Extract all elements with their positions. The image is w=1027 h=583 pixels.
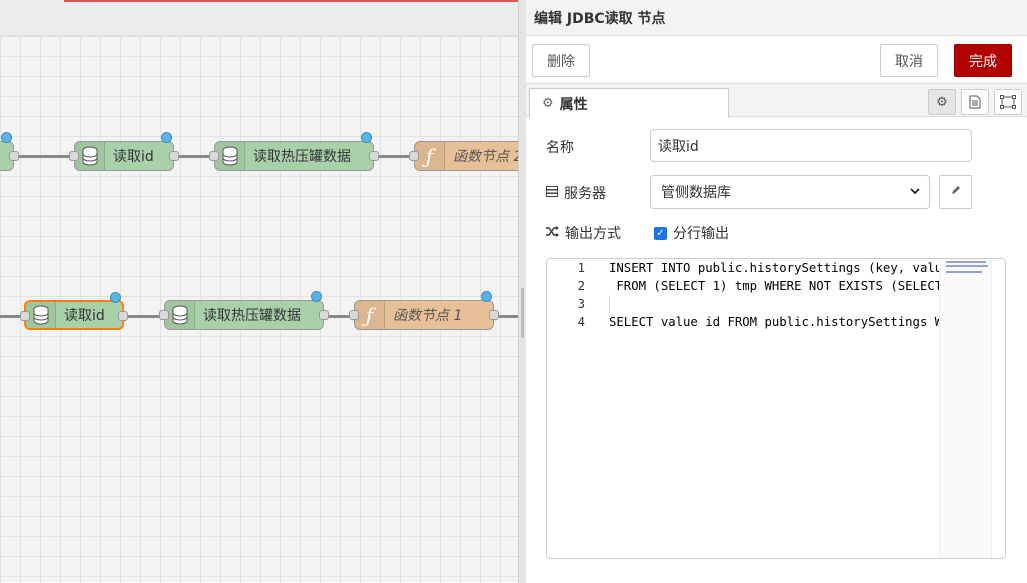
changed-indicator: [361, 132, 372, 143]
minimap-line: [946, 271, 982, 273]
flow-canvas[interactable]: 读取id 读取热压罐数据 ƒ 函数节点 2 读取id 读取热压罐数据 ƒ 函数节…: [0, 0, 522, 583]
editor-scrollbar[interactable]: [991, 259, 1005, 558]
line-number: 2: [577, 279, 585, 293]
changed-indicator: [110, 292, 121, 303]
tab-properties[interactable]: ⚙ 属性: [529, 88, 729, 118]
input-port[interactable]: [69, 151, 79, 161]
name-row: 名称: [546, 137, 574, 157]
edit-server-button[interactable]: [939, 175, 972, 209]
output-port[interactable]: [319, 310, 329, 320]
done-button[interactable]: 完成: [954, 44, 1012, 77]
pencil-icon: [950, 184, 962, 200]
chevron-down-icon: [909, 185, 921, 200]
server-select[interactable]: 管侧数据库: [650, 175, 930, 209]
node-label: 函数节点 1: [393, 308, 463, 324]
sql-editor[interactable]: 1 2 3 4 INSERT INTO public.historySettin…: [546, 258, 1006, 559]
code-minimap[interactable]: [939, 259, 991, 558]
function-icon: ƒ: [415, 142, 445, 170]
line-number-gutter: 1 2 3 4: [547, 259, 601, 558]
node-label: 读取id: [113, 149, 154, 165]
flow-node-read-autoclave[interactable]: 读取热压罐数据: [159, 291, 329, 330]
changed-indicator: [1, 132, 12, 143]
minimap-line: [946, 265, 988, 267]
server-icon: [546, 186, 558, 200]
tray-toolbar: 删除 取消 完成: [526, 36, 1027, 84]
changed-indicator: [161, 132, 172, 143]
database-icon: [26, 302, 56, 328]
name-label: 名称: [546, 140, 574, 156]
input-port[interactable]: [349, 310, 359, 320]
code-line: FROM (SELECT 1) tmp WHERE NOT EXISTS (SE…: [609, 279, 950, 293]
gear-icon: ⚙: [542, 96, 554, 111]
output-port[interactable]: [118, 311, 128, 321]
tray-title: 编辑 JDBC读取 节点: [526, 0, 1027, 36]
name-input[interactable]: 读取id: [650, 129, 972, 162]
server-label: 服务器: [564, 186, 606, 202]
changed-indicator: [311, 291, 322, 302]
appearance-icon[interactable]: [994, 89, 1022, 115]
server-selected-value: 管侧数据库: [661, 185, 731, 201]
database-icon: [215, 142, 245, 170]
database-icon: [75, 142, 105, 170]
input-port[interactable]: [409, 151, 419, 161]
gear-icon[interactable]: ⚙: [928, 89, 956, 115]
delete-button[interactable]: 删除: [532, 44, 590, 77]
minimap-line: [946, 261, 986, 263]
flow-node-read-id-selected[interactable]: 读取id: [20, 292, 128, 330]
split-output-checkbox[interactable]: ✓: [654, 226, 667, 240]
edit-node-tray: 编辑 JDBC读取 节点 删除 取消 完成 ⚙ 属性 ⚙ 名称 读取id 服务器…: [526, 0, 1027, 583]
code-line: SELECT value id FROM public.historySetti…: [609, 315, 950, 329]
tray-tabs: ⚙ 属性 ⚙: [526, 84, 1027, 118]
flow-node-read-autoclave[interactable]: 读取热压罐数据: [209, 132, 379, 171]
input-port[interactable]: [20, 311, 30, 321]
flow-node-function-1[interactable]: ƒ 函数节点 1: [349, 291, 499, 330]
output-port[interactable]: [489, 310, 499, 320]
output-port[interactable]: [9, 151, 19, 161]
cancel-button[interactable]: 取消: [880, 44, 938, 77]
input-port[interactable]: [209, 151, 219, 161]
node-label: 读取热压罐数据: [203, 308, 301, 324]
code-area[interactable]: INSERT INTO public.historySettings (key,…: [609, 259, 950, 343]
splitter-grip[interactable]: [521, 288, 524, 338]
description-icon[interactable]: [961, 89, 989, 115]
shuffle-icon: [546, 226, 559, 240]
tab-label: 属性: [559, 96, 588, 113]
input-port[interactable]: [159, 310, 169, 320]
line-number: 1: [577, 261, 585, 275]
output-port[interactable]: [169, 151, 179, 161]
output-mode-row: 输出方式: [546, 223, 621, 243]
flow-node-read-id[interactable]: 读取id: [69, 132, 179, 171]
flow-node-function-2[interactable]: ƒ 函数节点 2: [409, 141, 522, 171]
line-number: 4: [577, 315, 585, 329]
database-icon: [165, 301, 195, 329]
active-tab-indicator: [64, 0, 522, 2]
function-icon: ƒ: [355, 301, 385, 329]
node-label: 函数节点 2: [453, 149, 522, 165]
node-label: 读取热压罐数据: [253, 149, 351, 165]
server-row: 服务器: [546, 183, 606, 203]
canvas-tab-bar: [0, 0, 522, 36]
split-output-option[interactable]: ✓ 分行输出: [654, 223, 729, 243]
split-output-label: 分行输出: [673, 226, 729, 242]
line-number: 3: [577, 297, 585, 311]
panel-splitter[interactable]: [518, 0, 526, 583]
flow-node-offscreen[interactable]: [0, 132, 19, 171]
output-port[interactable]: [369, 151, 379, 161]
code-line: INSERT INTO public.historySettings (key,…: [609, 261, 950, 275]
node-label: 读取id: [64, 308, 105, 324]
output-mode-label: 输出方式: [565, 226, 621, 242]
changed-indicator: [481, 291, 492, 302]
